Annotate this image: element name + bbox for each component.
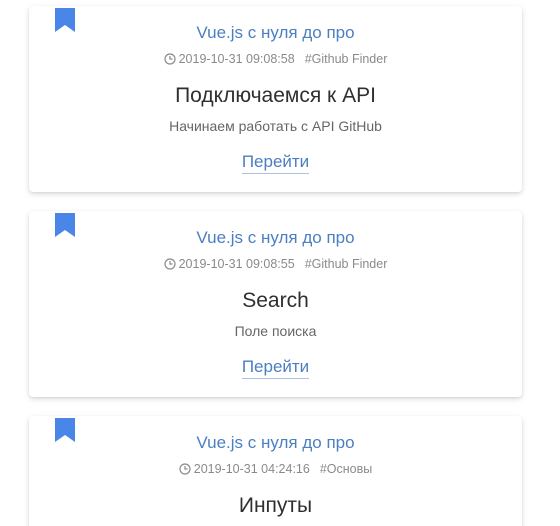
post-title: Search [242, 289, 309, 312]
clock-icon [164, 53, 176, 68]
post-feed: Vue.js с нуля до про 2019-10-31 09:08:58… [0, 0, 560, 526]
post-timestamp: 2019-10-31 09:08:58 [178, 52, 295, 66]
post-title: Подключаемся к API [175, 84, 376, 107]
course-title[interactable]: Vue.js с нуля до про [29, 228, 522, 248]
go-link-wrapper: Перейти [29, 357, 522, 379]
course-title[interactable]: Vue.js с нуля до про [29, 433, 522, 453]
post-meta: 2019-10-31 09:08:55 #Github Finder [29, 257, 522, 273]
post-tag[interactable]: #Github Finder [305, 257, 388, 271]
post-meta: 2019-10-31 09:08:58 #Github Finder [29, 52, 522, 68]
post-tag[interactable]: #Github Finder [305, 52, 388, 66]
go-link[interactable]: Перейти [241, 357, 310, 379]
post-title: Инпуты [238, 494, 313, 517]
post-tag[interactable]: #Основы [320, 462, 372, 476]
go-link[interactable]: Перейти [241, 152, 310, 174]
post-description: Поле поиска [234, 323, 317, 339]
post-meta: 2019-10-31 04:24:16 #Основы [29, 462, 522, 478]
go-link-wrapper: Перейти [29, 152, 522, 174]
clock-icon [164, 258, 176, 273]
post-card: Vue.js с нуля до про 2019-10-31 09:08:58… [29, 6, 522, 192]
course-title[interactable]: Vue.js с нуля до про [29, 23, 522, 43]
post-card: Vue.js с нуля до про 2019-10-31 09:08:55… [29, 211, 522, 397]
post-card: Vue.js с нуля до про 2019-10-31 04:24:16… [29, 416, 522, 526]
post-description: Начинаем работать с API GitHub [169, 118, 382, 134]
post-timestamp: 2019-10-31 04:24:16 [193, 462, 310, 476]
post-timestamp: 2019-10-31 09:08:55 [178, 257, 295, 271]
clock-icon [179, 463, 191, 478]
